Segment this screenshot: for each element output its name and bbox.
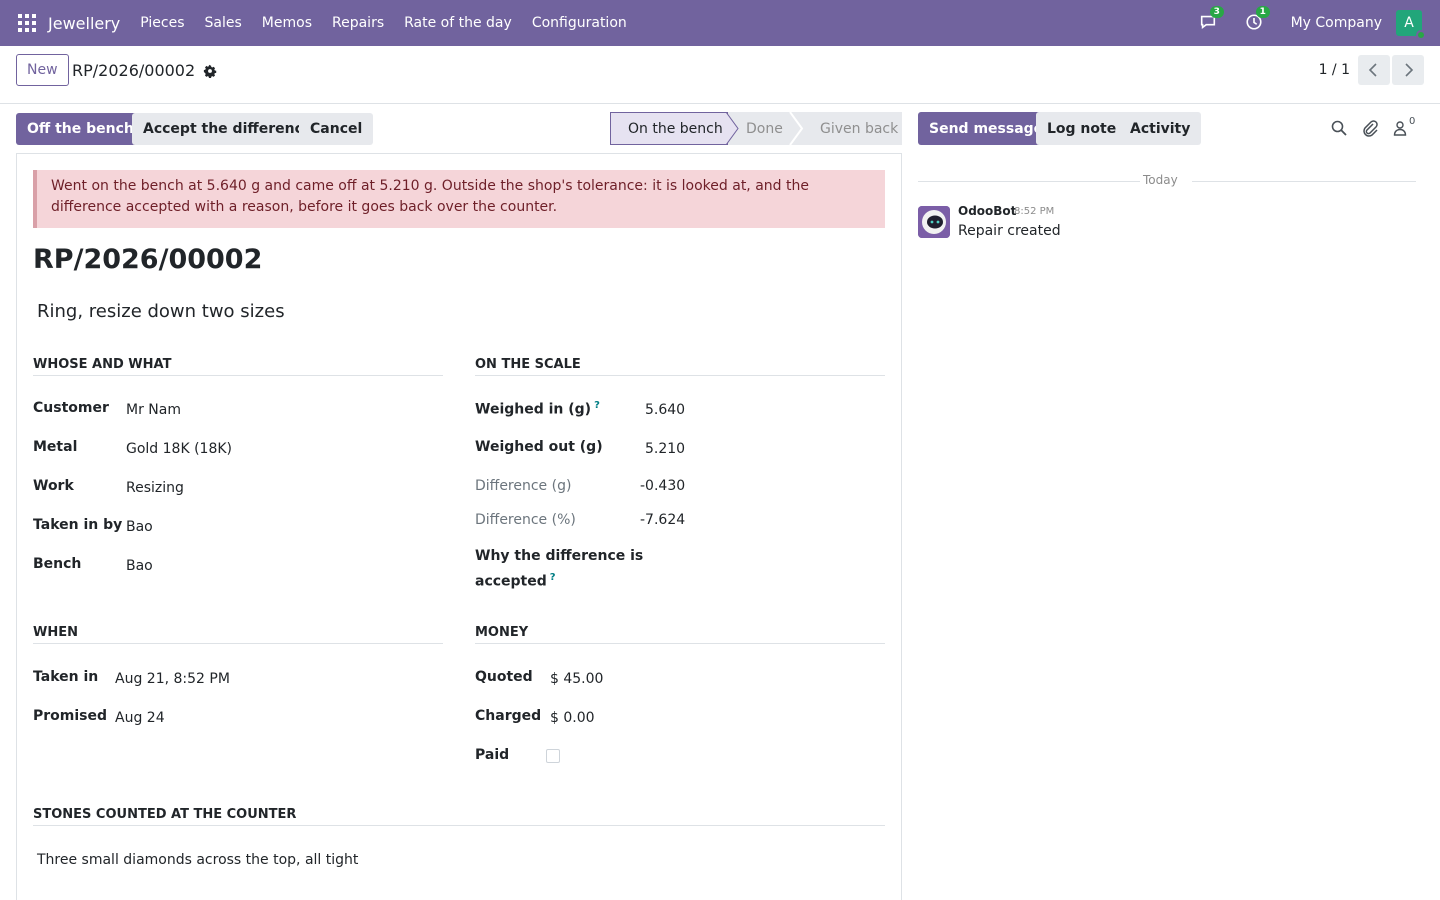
work-field[interactable]: Resizing	[126, 480, 184, 496]
charged-field[interactable]: $ 0.00	[550, 710, 595, 726]
day-separator: Today	[918, 173, 1416, 189]
group-money-title: Money	[475, 625, 885, 644]
metal-label: Metal	[33, 439, 78, 455]
app-name[interactable]: Jewellery	[48, 14, 120, 33]
taken-in-label: Taken in	[33, 669, 99, 685]
messages-icon[interactable]: 3	[1199, 6, 1224, 33]
send-message-button[interactable]: Send message	[918, 112, 1055, 145]
reason-label: Why the difference is accepted?	[475, 546, 643, 593]
log-note-button[interactable]: Log note	[1036, 112, 1128, 145]
promised-field[interactable]: Aug 24	[115, 710, 165, 726]
weighed-in-field[interactable]: 5.640	[645, 402, 685, 418]
help-icon[interactable]: ?	[594, 400, 600, 411]
menu-configuration[interactable]: Configuration	[532, 15, 627, 31]
user-avatar[interactable]: A	[1396, 10, 1426, 40]
off-the-bench-button[interactable]: Off the bench	[16, 113, 145, 145]
quoted-field[interactable]: $ 45.00	[550, 671, 603, 687]
difference-g-value: -0.430	[640, 478, 686, 494]
message-time: 8:52 PM	[1014, 206, 1055, 217]
message-body: Repair created	[958, 223, 1061, 239]
cancel-button[interactable]: Cancel	[299, 113, 374, 145]
taken-in-by-label: Taken in by	[33, 517, 123, 533]
promised-label: Promised	[33, 708, 108, 724]
stage-arrows	[726, 112, 804, 145]
repair-description[interactable]: Ring, resize down two sizes	[37, 301, 285, 322]
messages-count-badge: 3	[1209, 6, 1224, 18]
menu-repairs[interactable]: Repairs	[332, 15, 384, 31]
stones-notes-field[interactable]: Three small diamonds across the top, all…	[37, 852, 358, 868]
accept-difference-button[interactable]: Accept the difference	[132, 113, 324, 145]
followers-count: 0	[1409, 116, 1416, 127]
difference-pct-value: -7.624	[640, 512, 686, 528]
company-switcher[interactable]: My Company	[1291, 15, 1382, 31]
online-status-dot	[1416, 30, 1426, 40]
reason-label-line-1: Why the difference is	[475, 548, 644, 564]
bench-field[interactable]: Bao	[126, 558, 153, 574]
tolerance-alert: Went on the bench at 5.640 g and came of…	[33, 170, 885, 228]
charged-label: Charged	[475, 708, 542, 724]
work-label: Work	[33, 478, 74, 494]
search-icon[interactable]	[1330, 119, 1348, 137]
group-when-title: When	[33, 625, 443, 644]
paid-checkbox[interactable]	[546, 749, 560, 763]
menu-pieces[interactable]: Pieces	[140, 15, 184, 31]
message-author[interactable]: OdooBot	[958, 204, 1016, 218]
day-separator-label: Today	[1143, 173, 1178, 187]
breadcrumb: RP/2026/00002	[72, 61, 217, 80]
record-reference: RP/2026/00002	[33, 244, 263, 275]
weighed-in-label-text: Weighed in (g)	[475, 401, 592, 418]
form-sheet: Went on the bench at 5.640 g and came of…	[16, 153, 902, 900]
control-panel: New RP/2026/00002 1 / 1	[0, 46, 1440, 104]
group-whose-and-what-title: Whose and what	[33, 357, 443, 376]
weighed-in-label: Weighed in (g)?	[475, 400, 600, 418]
followers-button[interactable]: 0	[1392, 116, 1418, 139]
group-stones-title: Stones counted at the counter	[33, 807, 885, 826]
taken-in-by-field[interactable]: Bao	[126, 519, 153, 535]
reason-label-line-2: accepted	[475, 573, 547, 590]
user-icon	[1393, 121, 1407, 136]
group-on-the-scale-title: On the scale	[475, 357, 885, 376]
gear-icon[interactable]	[203, 64, 217, 78]
bench-label: Bench	[33, 556, 82, 572]
new-button[interactable]: New	[16, 54, 69, 86]
metal-field[interactable]: Gold 18K (18K)	[126, 441, 232, 457]
activities-clock-icon[interactable]: 1	[1245, 6, 1270, 33]
odoobot-avatar	[918, 206, 950, 238]
paid-label: Paid	[475, 747, 510, 763]
weighed-out-field[interactable]: 5.210	[645, 441, 685, 457]
breadcrumb-record: RP/2026/00002	[72, 61, 196, 80]
stage-on-the-bench[interactable]: On the bench	[610, 112, 728, 145]
weighed-out-label: Weighed out (g)	[475, 439, 603, 455]
apps-menu-icon[interactable]	[18, 14, 36, 32]
menu-memos[interactable]: Memos	[262, 15, 312, 31]
user-avatar-letter: A	[1404, 15, 1414, 31]
top-navbar: Jewellery Pieces Sales Memos Repairs Rat…	[0, 0, 1440, 46]
robot-icon	[918, 206, 950, 238]
menu-sales[interactable]: Sales	[205, 15, 242, 31]
paperclip-icon[interactable]	[1361, 119, 1379, 137]
difference-pct-label: Difference (%)	[475, 512, 576, 528]
difference-g-label: Difference (g)	[475, 478, 572, 494]
menu-rate-of-the-day[interactable]: Rate of the day	[404, 15, 512, 31]
activity-button[interactable]: Activity	[1119, 112, 1202, 145]
quoted-label: Quoted	[475, 669, 533, 685]
pager-next-button[interactable]	[1392, 55, 1424, 85]
chevron-right-icon	[1405, 63, 1414, 77]
chevron-left-icon	[1368, 63, 1377, 77]
customer-label: Customer	[33, 400, 109, 416]
taken-in-field[interactable]: Aug 21, 8:52 PM	[115, 671, 230, 687]
stage-given-back[interactable]: Given back	[798, 112, 902, 145]
pager-previous-button[interactable]	[1358, 55, 1390, 85]
activities-count-badge: 1	[1255, 6, 1270, 18]
help-icon[interactable]: ?	[550, 572, 556, 583]
pager-value[interactable]: 1 / 1	[1319, 62, 1350, 78]
customer-field[interactable]: Mr Nam	[126, 402, 181, 418]
